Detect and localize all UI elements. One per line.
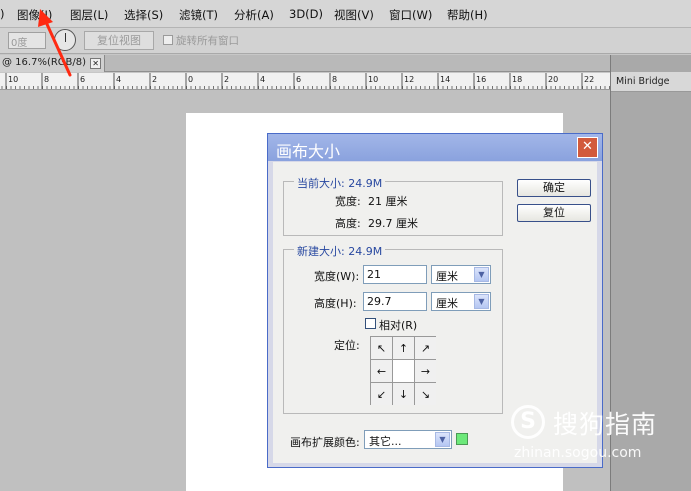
- ruler-label: 8: [332, 75, 337, 84]
- watermark-text: 搜狗指南: [553, 410, 658, 439]
- anchor-arrow-nw-icon[interactable]: ↖: [371, 337, 392, 359]
- menu-item-select[interactable]: 选择(S): [124, 7, 163, 23]
- tab-close-icon[interactable]: ✕: [90, 58, 102, 69]
- rotate-all-windows-label: 旋转所有窗口: [176, 35, 239, 47]
- reset-button[interactable]: 复位: [517, 204, 591, 222]
- rotation-dial-icon[interactable]: [54, 29, 76, 51]
- ruler-label: 0: [188, 75, 193, 84]
- ruler-label: 16: [476, 75, 486, 84]
- relative-label: 相对(R): [379, 319, 418, 332]
- extension-color-select[interactable]: 其它... ▼: [364, 430, 452, 449]
- ruler-label: 22: [584, 75, 594, 84]
- ruler-label: 10: [8, 75, 18, 84]
- anchor-arrow-n-icon[interactable]: ↑: [393, 337, 414, 359]
- height-unit-select[interactable]: 厘米 ▼: [431, 292, 491, 311]
- current-size-group: 当前大小: 24.9M 宽度: 21 厘米 高度: 29.7 厘米: [283, 175, 503, 236]
- document-tab[interactable]: @ 16.7%(RGB/8) ✕: [0, 55, 106, 72]
- ruler-ticks: 10 8 6 4 2 0 2 4 6 8 10 12 14 16 18 20 22: [1, 73, 610, 89]
- ruler-label: 2: [224, 75, 229, 84]
- new-size-title: 新建大小: 24.9M: [294, 243, 386, 259]
- new-width-label: 宽度(W):: [314, 270, 360, 283]
- sogou-logo-icon: S: [511, 405, 545, 439]
- options-bar: 0度 复位视图 旋转所有窗口: [0, 28, 691, 54]
- dialog-titlebar[interactable]: 画布大小 ✕: [268, 134, 602, 161]
- ruler-label: 6: [296, 75, 301, 84]
- current-width-label: 宽度:: [335, 195, 361, 208]
- rotate-all-windows-checkbox[interactable]: [163, 35, 173, 45]
- menu-item-layer[interactable]: 图层(L): [70, 7, 108, 23]
- ruler-label: 20: [548, 75, 558, 84]
- anchor-grid: ↖ ↑ ↗ ← → ↙ ↓ ↘: [370, 336, 436, 405]
- ruler-label: 12: [404, 75, 414, 84]
- menu-item-3d[interactable]: 3D(D): [289, 7, 323, 21]
- current-height-value: 29.7 厘米: [368, 217, 418, 230]
- width-input[interactable]: 21: [363, 265, 427, 284]
- current-height-label: 高度:: [335, 217, 361, 230]
- ruler-label: 18: [512, 75, 522, 84]
- menu-item-view[interactable]: 视图(V): [334, 7, 374, 23]
- chevron-down-icon[interactable]: ▼: [474, 267, 489, 282]
- height-unit-value: 厘米: [436, 297, 458, 310]
- ruler-label: 2: [152, 75, 157, 84]
- relative-checkbox[interactable]: [365, 318, 376, 329]
- mini-bridge-label: Mini Bridge: [616, 76, 670, 87]
- width-unit-value: 厘米: [436, 270, 458, 283]
- document-tab-title: @ 16.7%(RGB/8): [2, 57, 87, 68]
- anchor-arrow-s-icon[interactable]: ↓: [393, 383, 414, 405]
- extension-color-value: 其它...: [369, 435, 402, 448]
- anchor-arrow-w-icon[interactable]: ←: [371, 360, 392, 382]
- anchor-arrow-e-icon[interactable]: →: [415, 360, 436, 382]
- current-width-value: 21 厘米: [368, 195, 408, 208]
- ruler-label: 6: [80, 75, 85, 84]
- ruler-label: 8: [44, 75, 49, 84]
- new-height-label: 高度(H):: [314, 297, 357, 310]
- watermark-url: zhinan.sogou.com: [514, 445, 642, 461]
- anchor-label: 定位:: [334, 339, 360, 352]
- ruler-label: 4: [260, 75, 265, 84]
- menu-bar: ) 图像(I) 图层(L) 选择(S) 滤镜(T) 分析(A) 3D(D) 视图…: [0, 0, 691, 28]
- menu-item-help[interactable]: 帮助(H): [447, 7, 488, 23]
- mini-bridge-tab[interactable]: Mini Bridge: [611, 72, 691, 92]
- current-size-title: 当前大小: 24.9M: [294, 175, 386, 191]
- ruler-label: 4: [116, 75, 121, 84]
- chevron-down-icon[interactable]: ▼: [435, 432, 450, 447]
- anchor-arrow-se-icon[interactable]: ↘: [415, 383, 436, 405]
- ruler-label: 10: [368, 75, 378, 84]
- anchor-arrow-sw-icon[interactable]: ↙: [371, 383, 392, 405]
- anchor-arrow-ne-icon[interactable]: ↗: [415, 337, 436, 359]
- extension-color-label: 画布扩展颜色:: [290, 436, 360, 449]
- menu-item-window[interactable]: 窗口(W): [389, 7, 432, 23]
- menu-item-fragment: ): [0, 7, 5, 21]
- sogou-watermark: S 搜狗指南 zhinan.sogou.com: [509, 403, 679, 473]
- reset-view-button[interactable]: 复位视图: [84, 31, 154, 50]
- ok-button[interactable]: 确定: [517, 179, 591, 197]
- document-tab-bar: @ 16.7%(RGB/8) ✕: [0, 55, 610, 72]
- ruler-label: 14: [440, 75, 450, 84]
- close-icon[interactable]: ✕: [577, 137, 598, 158]
- width-unit-select[interactable]: 厘米 ▼: [431, 265, 491, 284]
- anchor-center[interactable]: [393, 360, 414, 382]
- menu-item-filter[interactable]: 滤镜(T): [179, 7, 218, 23]
- menu-item-image[interactable]: 图像(I): [17, 7, 52, 23]
- rotation-angle-field[interactable]: 0度: [8, 32, 46, 49]
- extension-color-swatch[interactable]: [456, 433, 468, 445]
- chevron-down-icon[interactable]: ▼: [474, 294, 489, 309]
- horizontal-ruler: 10 8 6 4 2 0 2 4 6 8 10 12 14 16 18 20 22: [0, 73, 610, 90]
- height-input[interactable]: 29.7: [363, 292, 427, 311]
- menu-item-analysis[interactable]: 分析(A): [234, 7, 274, 23]
- dialog-title: 画布大小: [276, 142, 341, 161]
